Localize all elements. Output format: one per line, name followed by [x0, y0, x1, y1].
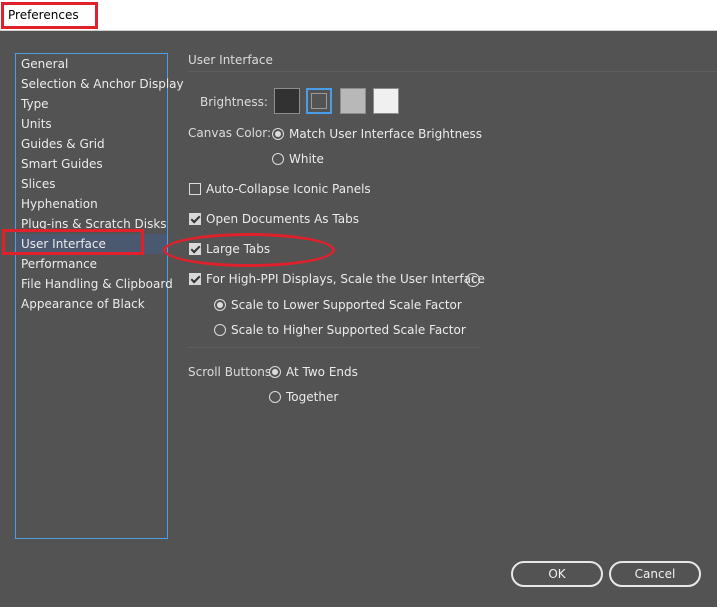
annotation-ellipse-large-tabs [163, 233, 335, 267]
canvas-color-white-radio[interactable] [272, 153, 284, 165]
brightness-swatch-medium-light[interactable] [340, 88, 366, 114]
auto-collapse-label[interactable]: Auto-Collapse Iconic Panels [206, 182, 371, 196]
scale-lower-label[interactable]: Scale to Lower Supported Scale Factor [231, 298, 462, 312]
info-icon[interactable]: i [466, 273, 480, 287]
sidebar-item-units[interactable]: Units [21, 114, 165, 134]
canvas-color-match-radio[interactable] [272, 128, 284, 140]
cancel-button[interactable]: Cancel [609, 561, 701, 587]
scroll-buttons-label: Scroll Buttons: [188, 365, 276, 379]
title-bar: Preferences [0, 0, 717, 31]
auto-collapse-checkbox[interactable] [189, 183, 201, 195]
open-documents-as-tabs-checkbox[interactable] [189, 213, 201, 225]
sidebar-item-appearance-of-black[interactable]: Appearance of Black [21, 294, 165, 314]
sidebar-item-general[interactable]: General [21, 54, 165, 74]
section-divider [188, 71, 717, 72]
scale-higher-label[interactable]: Scale to Higher Supported Scale Factor [231, 323, 466, 337]
ok-button[interactable]: OK [511, 561, 603, 587]
brightness-label: Brightness: [200, 95, 268, 109]
brightness-swatch-medium-dark[interactable] [306, 88, 332, 114]
sidebar-item-hyphenation[interactable]: Hyphenation [21, 194, 165, 214]
sidebar-item-performance[interactable]: Performance [21, 254, 165, 274]
canvas-color-label: Canvas Color: [188, 126, 272, 140]
sidebar-item-smart-guides[interactable]: Smart Guides [21, 154, 165, 174]
brightness-swatch-light[interactable] [373, 88, 399, 114]
scroll-buttons-two-ends-radio[interactable] [269, 366, 281, 378]
brightness-swatch-dark[interactable] [274, 88, 300, 114]
preferences-category-list[interactable]: General Selection & Anchor Display Type … [15, 53, 184, 539]
sidebar-item-type[interactable]: Type [21, 94, 165, 114]
sidebar-item-guides-grid[interactable]: Guides & Grid [21, 134, 165, 154]
canvas-color-white-label[interactable]: White [289, 152, 324, 166]
scroll-buttons-two-ends-label[interactable]: At Two Ends [286, 365, 358, 379]
high-ppi-scale-label[interactable]: For High-PPI Displays, Scale the User In… [206, 272, 485, 286]
scale-lower-radio[interactable] [214, 299, 226, 311]
annotation-rectangle-title [1, 2, 98, 29]
annotation-rectangle-user-interface [2, 229, 144, 255]
scroll-buttons-together-label[interactable]: Together [286, 390, 338, 404]
high-ppi-scale-checkbox[interactable] [189, 273, 201, 285]
sidebar-item-selection-anchor-display[interactable]: Selection & Anchor Display [21, 74, 184, 94]
scale-higher-radio[interactable] [214, 324, 226, 336]
open-documents-as-tabs-label[interactable]: Open Documents As Tabs [206, 212, 359, 226]
sidebar-item-slices[interactable]: Slices [21, 174, 165, 194]
scroll-buttons-together-radio[interactable] [269, 391, 281, 403]
canvas-color-match-label[interactable]: Match User Interface Brightness [289, 127, 482, 141]
scroll-section-divider [188, 347, 481, 348]
sidebar-item-file-handling-clipboard[interactable]: File Handling & Clipboard [21, 274, 173, 294]
section-title: User Interface [188, 53, 273, 67]
